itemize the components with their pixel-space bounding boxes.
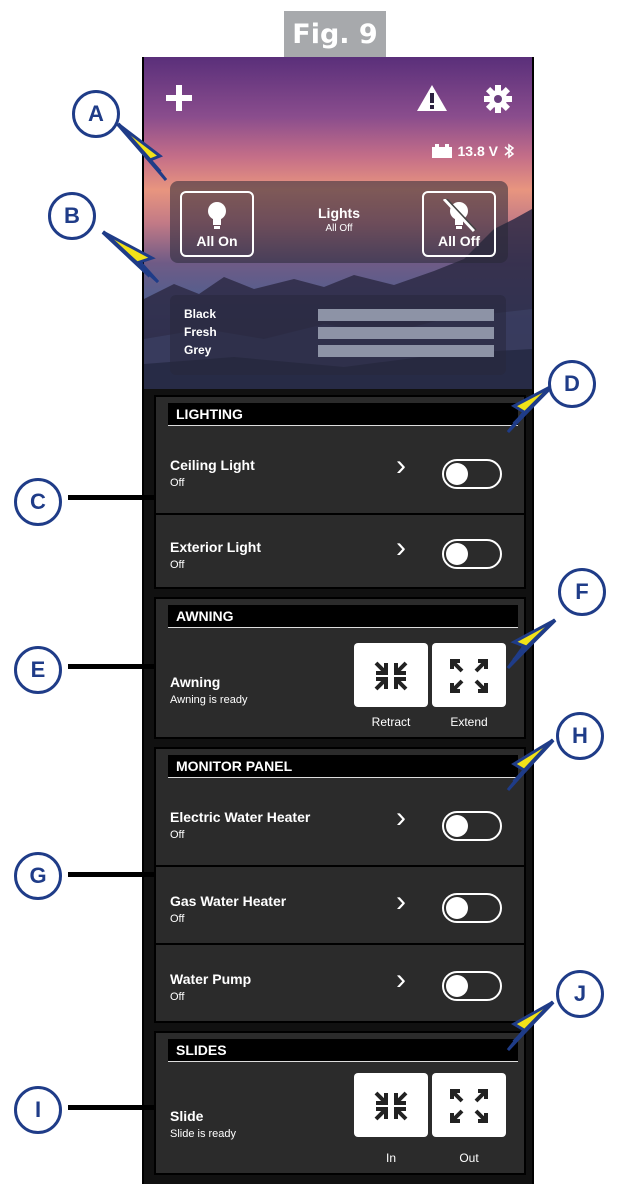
callout-e: E xyxy=(14,646,62,694)
callout-arrows xyxy=(101,122,557,1052)
callout-b: B xyxy=(48,192,96,240)
callout-f: F xyxy=(558,568,606,616)
callout-a: A xyxy=(72,90,120,138)
callout-g: G xyxy=(14,852,62,900)
callout-d: D xyxy=(548,360,596,408)
callout-i: I xyxy=(14,1086,62,1134)
callout-j: J xyxy=(556,970,604,1018)
callout-h: H xyxy=(556,712,604,760)
callout-c: C xyxy=(14,478,62,526)
